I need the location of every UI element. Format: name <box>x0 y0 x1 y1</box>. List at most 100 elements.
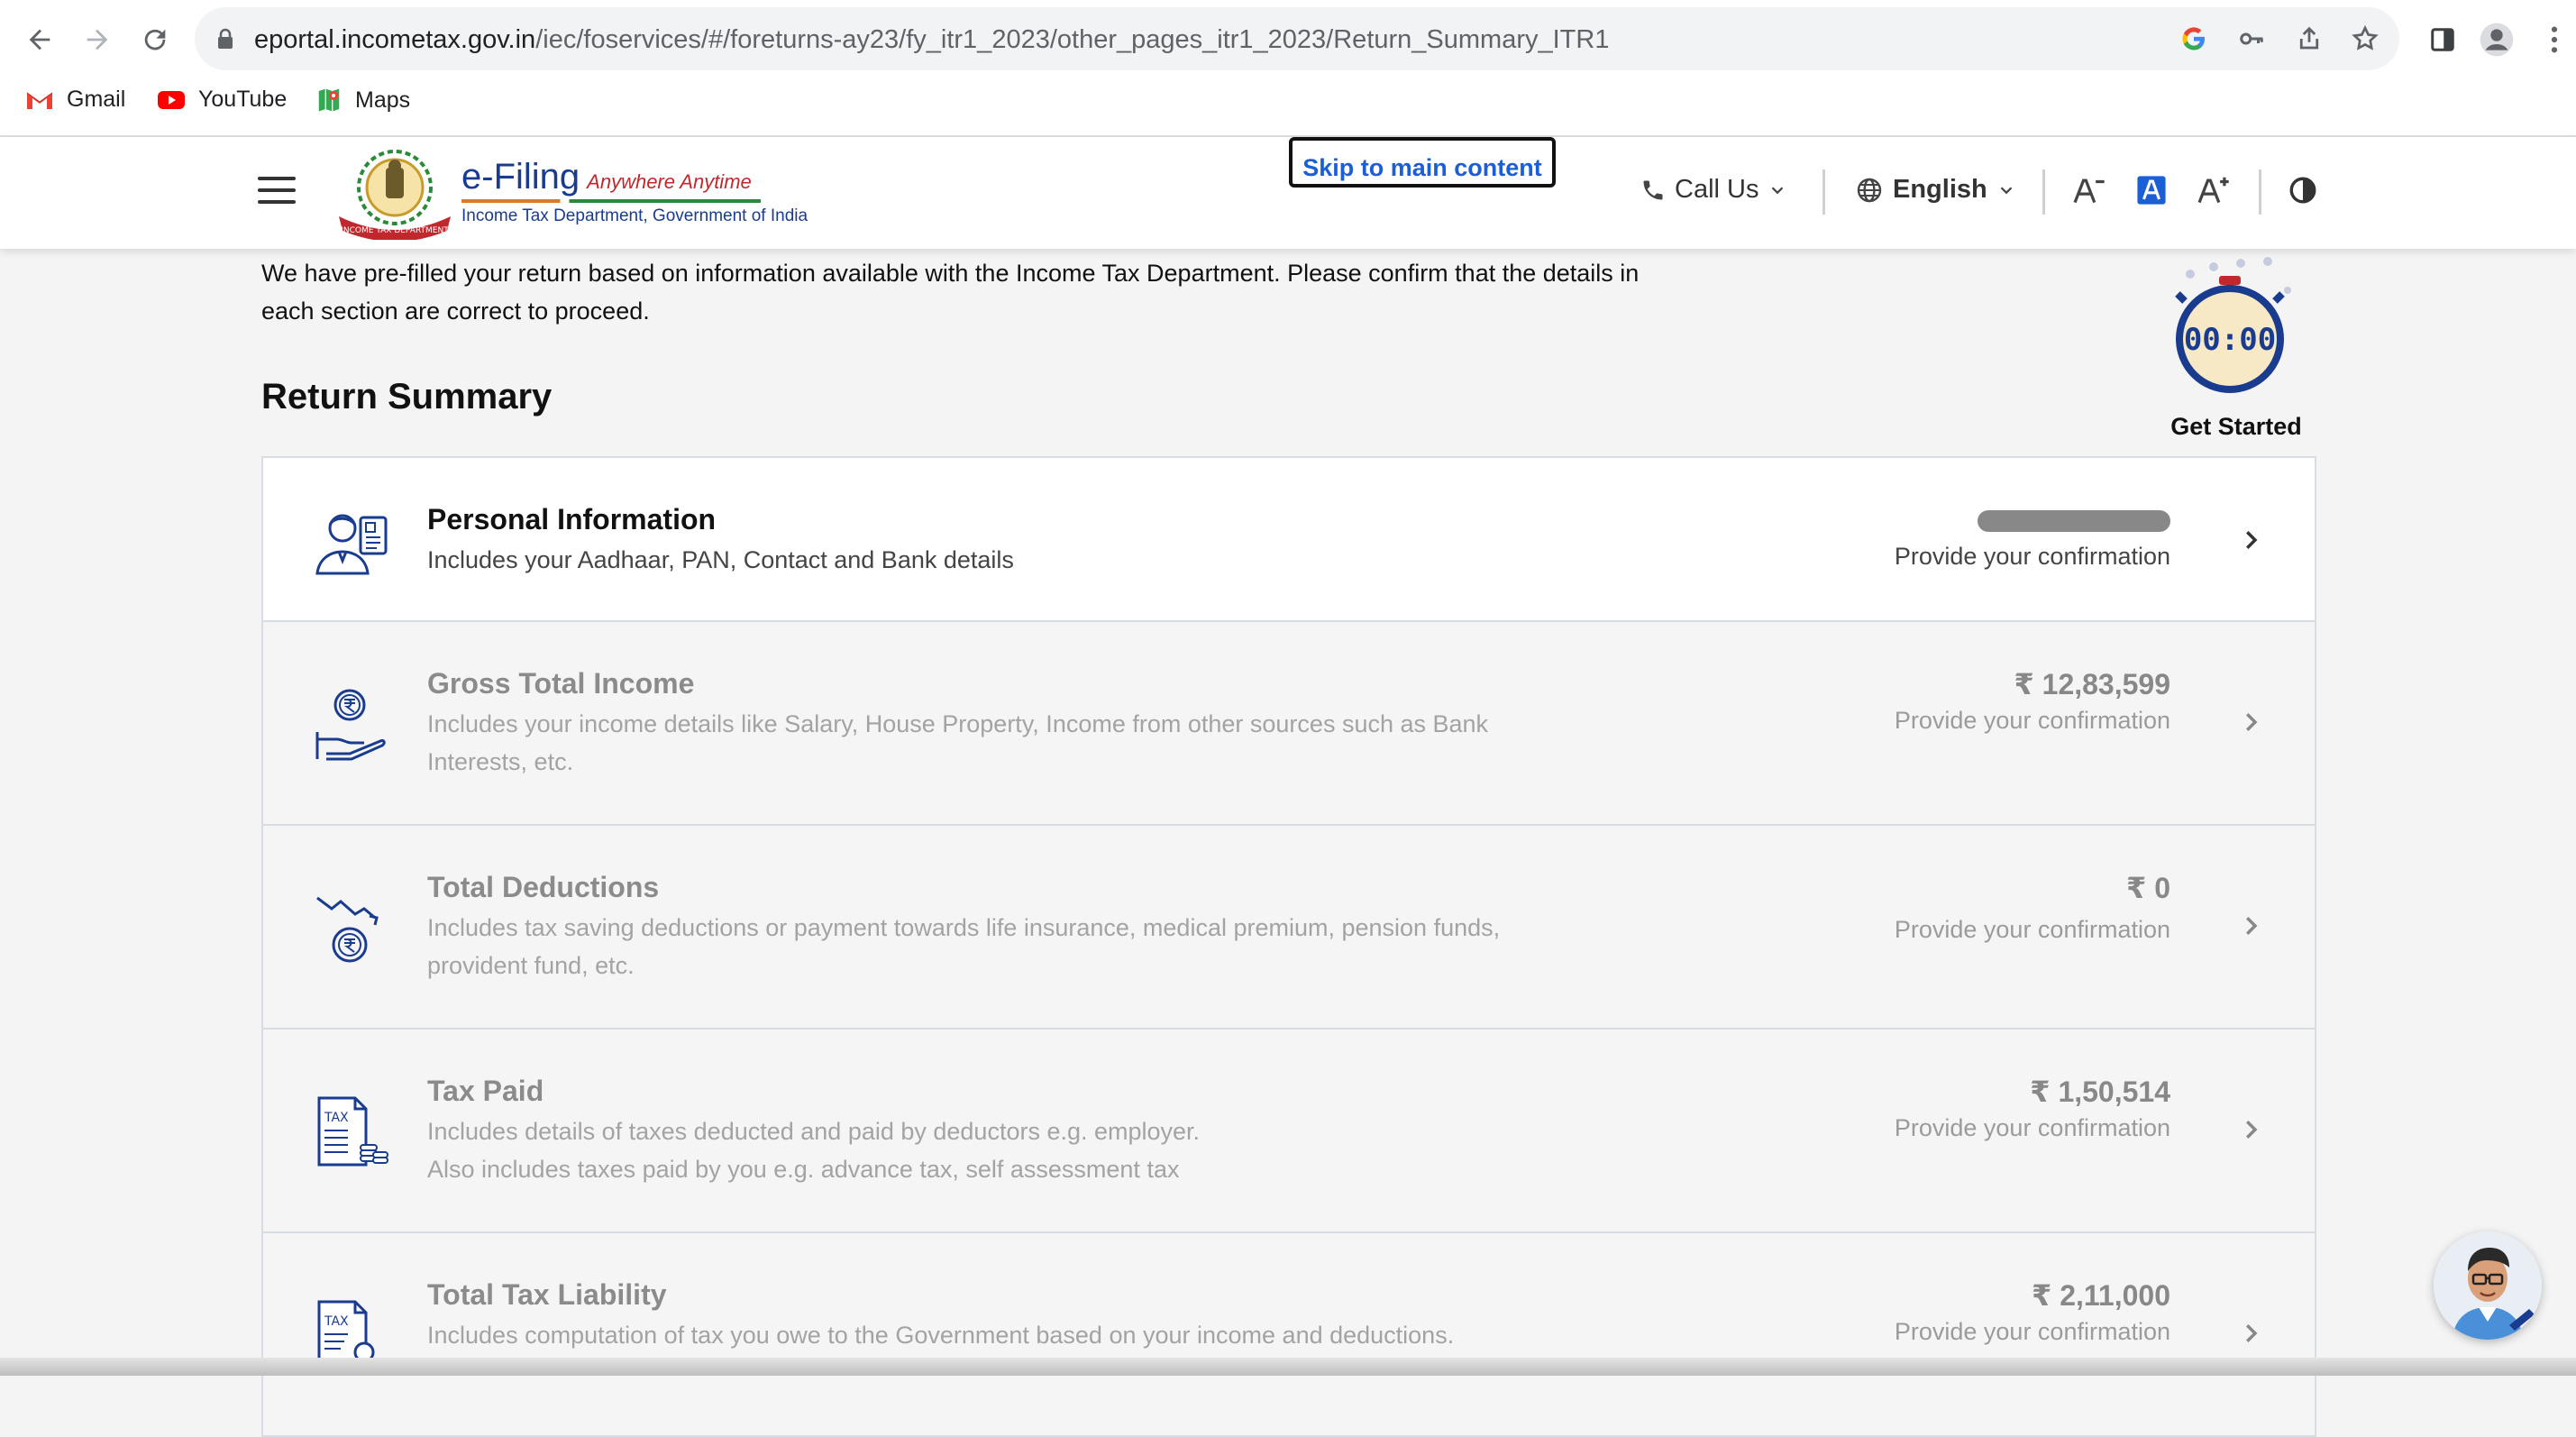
section-amount: ₹ 1,50,514 <box>2030 1075 2170 1108</box>
chevron-down-icon <box>2000 186 2013 194</box>
chatbot-avatar-button[interactable] <box>2434 1231 2542 1340</box>
bookmark-star-icon[interactable] <box>2349 23 2381 55</box>
confirmation-status: Provide your confirmation <box>1894 707 2170 734</box>
section-title: Tax Paid <box>427 1075 544 1107</box>
section-card-gross-total-income[interactable]: Gross Total Income Includes your income … <box>261 620 2316 826</box>
section-card-personal-information[interactable]: Personal Information Includes your Aadha… <box>261 456 2316 622</box>
decrease-font-button[interactable] <box>2071 175 2106 206</box>
brand-subtitle: Income Tax Department, Government of Ind… <box>461 206 808 225</box>
confirmation-status: Provide your confirmation <box>1894 1114 2170 1141</box>
lock-icon <box>218 28 233 49</box>
section-card-total-tax-liability[interactable]: TAX Total Tax Liability Includes computa… <box>261 1231 2316 1437</box>
hamburger-menu-icon[interactable] <box>258 177 296 209</box>
person-id-icon <box>315 514 388 575</box>
youtube-icon <box>158 90 185 109</box>
skip-to-main-link[interactable]: Skip to main content <box>1289 137 1556 188</box>
chevron-right-icon <box>2246 1324 2258 1342</box>
section-description: Includes computation of tax you owe to t… <box>427 1322 1455 1349</box>
browser-toolbar: eportal.incometax.gov.in/iec/foservices/… <box>0 0 2576 137</box>
section-description-line1: Includes details of taxes deducted and p… <box>427 1118 1201 1145</box>
section-title: Total Deductions <box>427 871 660 903</box>
profile-button[interactable] <box>2475 18 2518 61</box>
share-icon[interactable] <box>2293 23 2325 55</box>
bookmark-gmail[interactable]: Gmail <box>25 87 125 113</box>
page-title: Return Summary <box>261 377 553 416</box>
section-title: Personal Information <box>427 503 717 535</box>
contrast-toggle[interactable] <box>2288 175 2318 206</box>
side-panel-button[interactable] <box>2421 18 2464 61</box>
forward-button[interactable] <box>76 18 119 61</box>
header-divider <box>1822 169 1825 215</box>
section-title: Gross Total Income <box>427 667 695 700</box>
font-normal-icon <box>2137 176 2166 205</box>
stopwatch-icon: 00:00 <box>2175 257 2291 393</box>
income-tax-emblem-icon: INCOME TAX DEPARTMENT <box>339 150 451 240</box>
brand-tagline: Anywhere Anytime <box>587 170 752 193</box>
section-description: Includes tax saving deductions or paymen… <box>427 914 1501 979</box>
emblem-text: INCOME TAX DEPARTMENT <box>341 226 449 235</box>
deduction-trend-icon <box>316 896 379 963</box>
key-icon[interactable] <box>2235 23 2268 55</box>
forward-arrow-icon <box>87 29 108 50</box>
gmail-icon <box>26 92 53 109</box>
chevron-right-icon <box>2246 713 2258 731</box>
back-arrow-icon <box>29 29 50 50</box>
back-button[interactable] <box>18 18 61 61</box>
header-divider <box>2259 169 2261 215</box>
timer-digits: 00:00 <box>2184 322 2276 358</box>
section-card-total-deductions[interactable]: Total Deductions Includes tax saving ded… <box>261 824 2316 1030</box>
bookmarks-bar: Gmail YouTube Maps <box>0 81 2576 123</box>
browser-menu-button[interactable] <box>2533 18 2576 61</box>
language-dropdown[interactable]: English <box>1855 175 2016 205</box>
intro-text: We have pre-filled your return based on … <box>261 260 1640 325</box>
svg-text:TAX: TAX <box>324 1314 349 1329</box>
chevron-right-icon <box>2246 1121 2258 1139</box>
tricolor-divider <box>461 199 761 203</box>
language-label: English <box>1893 175 1987 204</box>
confirmation-status: Provide your confirmation <box>1894 543 2170 570</box>
contrast-icon <box>2289 177 2316 204</box>
side-panel-icon <box>2431 28 2454 51</box>
efiling-logo[interactable]: e-Filing Anywhere Anytime Income Tax Depa… <box>461 157 808 226</box>
font-increase-icon <box>2197 177 2229 204</box>
address-bar[interactable]: eportal.incometax.gov.in/iec/foservices/… <box>195 7 2399 70</box>
chevron-down-icon <box>1772 186 1784 194</box>
bookmark-maps[interactable]: Maps <box>315 87 410 114</box>
increase-font-button[interactable] <box>2196 175 2230 206</box>
section-description: Includes your Aadhaar, PAN, Contact and … <box>427 546 1014 573</box>
normal-font-button[interactable] <box>2136 175 2167 206</box>
site-header: INCOME TAX DEPARTMENT e-Filing Anywhere A… <box>0 137 2576 249</box>
window-bottom-edge <box>0 1358 2576 1376</box>
masked-value <box>1978 510 2170 532</box>
header-divider <box>2042 169 2045 215</box>
section-description-line2: Also includes taxes paid by you e.g. adv… <box>427 1156 1180 1183</box>
bookmark-youtube[interactable]: YouTube <box>157 87 287 113</box>
section-amount: ₹ 2,11,000 <box>2032 1279 2170 1312</box>
profile-avatar-icon <box>2480 23 2514 57</box>
reload-button[interactable] <box>133 18 177 61</box>
confirmation-status: Provide your confirmation <box>1894 1318 2170 1345</box>
get-started-label[interactable]: Get Started <box>2151 413 2322 441</box>
maps-icon <box>318 88 340 112</box>
section-title: Total Tax Liability <box>427 1278 667 1311</box>
brand-name: e-Filing <box>461 157 580 197</box>
tax-document-icon: TAX <box>317 1096 388 1167</box>
chevron-right-icon <box>2246 917 2258 935</box>
section-amount: ₹ 0 <box>2126 872 2170 904</box>
confirmation-status: Provide your confirmation <box>1894 916 2170 943</box>
kebab-menu-icon <box>2551 26 2558 53</box>
section-card-tax-paid[interactable]: TAX Tax Paid Includes details of taxes d… <box>261 1028 2316 1233</box>
url-text: eportal.incometax.gov.in/iec/foservices/… <box>254 25 1610 54</box>
reload-icon <box>144 29 166 50</box>
call-us-label: Call Us <box>1675 175 1759 204</box>
assistant-avatar-icon <box>2434 1231 2542 1340</box>
section-amount: ₹ 12,83,599 <box>2014 668 2170 700</box>
rupee-hand-icon <box>315 689 386 761</box>
section-description: Includes your income details like Salary… <box>427 710 1489 775</box>
svg-text:TAX: TAX <box>324 1111 349 1125</box>
globe-icon <box>1857 178 1882 202</box>
font-decrease-icon <box>2073 178 2105 204</box>
call-us-dropdown[interactable]: Call Us <box>1640 175 1787 205</box>
google-icon[interactable] <box>2178 23 2210 55</box>
phone-icon <box>1643 180 1663 199</box>
